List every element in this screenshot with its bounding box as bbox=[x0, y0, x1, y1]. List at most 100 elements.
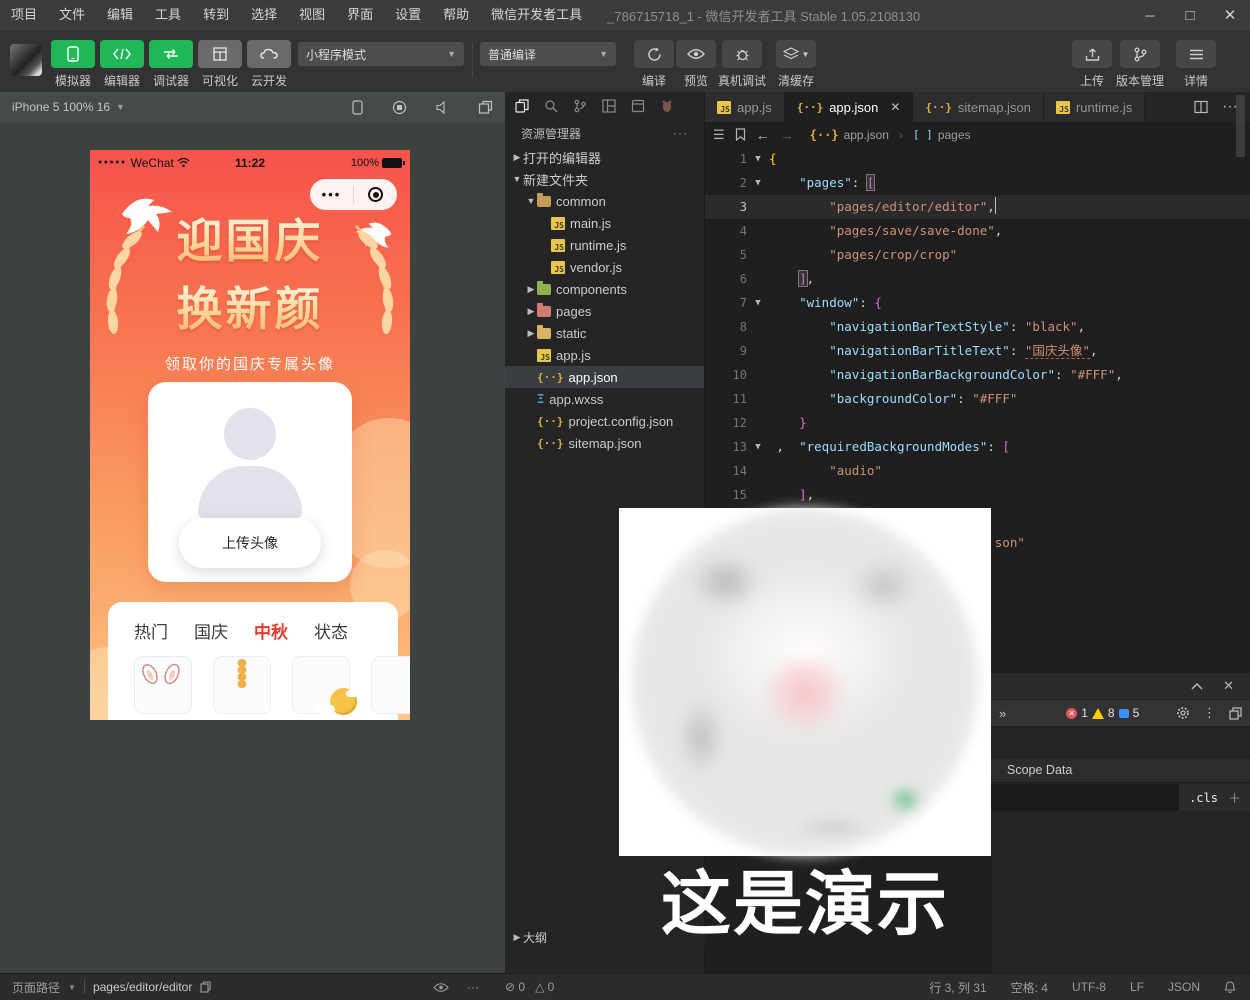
menu-item-文件[interactable]: 文件 bbox=[48, 7, 96, 22]
menu-item-工具[interactable]: 工具 bbox=[144, 7, 192, 22]
breadcrumb-node[interactable]: pages bbox=[938, 128, 971, 142]
problems-status[interactable]: ⊘ 0 △ 0 bbox=[493, 980, 693, 994]
mode-select[interactable]: 小程序模式▼ bbox=[298, 42, 464, 66]
kebab-menu-icon[interactable]: ⋮ bbox=[1203, 705, 1216, 721]
nav-back-icon[interactable]: ← bbox=[756, 127, 770, 143]
editor-scrollbar[interactable] bbox=[1236, 95, 1245, 157]
sticker-tab-中秋[interactable]: 中秋 bbox=[254, 618, 288, 643]
menu-item-转到[interactable]: 转到 bbox=[192, 7, 240, 22]
error-count[interactable]: 1 bbox=[1081, 706, 1088, 720]
fold-icon[interactable]: ▼ bbox=[747, 171, 769, 195]
mock-icon[interactable] bbox=[660, 99, 674, 113]
language-mode[interactable]: JSON bbox=[1168, 980, 1200, 994]
editor-tab-sitemap.json[interactable]: {··}sitemap.json bbox=[913, 92, 1043, 122]
toolbar-action-详情[interactable]: 详情 bbox=[1166, 40, 1226, 89]
undock-icon[interactable] bbox=[1229, 707, 1242, 720]
toolbar-toggle-云开发[interactable]: 云开发 bbox=[246, 40, 292, 89]
indent-setting[interactable]: 空格: 4 bbox=[1011, 979, 1048, 996]
code-line-4[interactable]: 4 "pages/save/save-done", bbox=[705, 219, 1250, 243]
settings-gear-icon[interactable] bbox=[1176, 706, 1190, 720]
more-menu-icon[interactable]: ••• bbox=[310, 187, 353, 202]
menu-item-项目[interactable]: 项目 bbox=[0, 7, 48, 22]
split-editor-icon[interactable] bbox=[1194, 100, 1208, 114]
code-line-6[interactable]: 6 ], bbox=[705, 267, 1250, 291]
sticker-thumb-candied-haws[interactable] bbox=[213, 656, 271, 714]
tree-item-app.js[interactable]: JSapp.js bbox=[505, 344, 704, 366]
code-line-9[interactable]: 9 "navigationBarTitleText": "国庆头像", bbox=[705, 339, 1250, 363]
root-folder-section[interactable]: ▼新建文件夹 bbox=[505, 168, 704, 190]
toolbar-action-版本管理[interactable]: 版本管理 bbox=[1110, 40, 1170, 89]
sticker-tab-状态[interactable]: 状态 bbox=[314, 618, 348, 643]
code-line-1[interactable]: 1▼{ bbox=[705, 147, 1250, 171]
fold-icon[interactable]: ▼ bbox=[747, 291, 769, 315]
encoding[interactable]: UTF-8 bbox=[1072, 980, 1106, 994]
code-line-3[interactable]: 3 "pages/editor/editor", bbox=[705, 195, 1250, 219]
close-tab-icon[interactable]: ✕ bbox=[890, 100, 900, 114]
plugin-icon[interactable] bbox=[631, 99, 645, 113]
search-icon[interactable] bbox=[544, 99, 558, 113]
scope-data-section[interactable]: Scope Data bbox=[991, 757, 1250, 783]
menu-item-界面[interactable]: 界面 bbox=[336, 7, 384, 22]
layout-icon[interactable] bbox=[602, 99, 616, 113]
tree-item-common[interactable]: ▼common bbox=[505, 190, 704, 212]
tree-item-vendor.js[interactable]: JSvendor.js bbox=[505, 256, 704, 278]
sticker-tab-热门[interactable]: 热门 bbox=[134, 618, 168, 643]
code-line-8[interactable]: 8 "navigationBarTextStyle": "black", bbox=[705, 315, 1250, 339]
compile-select[interactable]: 普通编译▼ bbox=[480, 42, 616, 66]
copy-path-icon[interactable] bbox=[200, 981, 211, 993]
menu-item-编辑[interactable]: 编辑 bbox=[96, 7, 144, 22]
minimize-button[interactable]: ─ bbox=[1130, 0, 1170, 30]
page-path-value[interactable]: pages/editor/editor bbox=[93, 980, 192, 994]
style-filter-input[interactable] bbox=[991, 784, 1179, 811]
cursor-position[interactable]: 行 3, 列 31 bbox=[929, 979, 986, 996]
device-selector[interactable]: iPhone 5 100% 16 bbox=[12, 100, 110, 114]
toolbar-toggle-模拟器[interactable]: 模拟器 bbox=[50, 40, 96, 89]
user-avatar[interactable] bbox=[10, 44, 42, 76]
watch-icon[interactable] bbox=[433, 982, 449, 993]
tree-item-main.js[interactable]: JSmain.js bbox=[505, 212, 704, 234]
panel-close-icon[interactable]: ✕ bbox=[1223, 678, 1234, 694]
toolbar-action-真机调试[interactable]: 真机调试 bbox=[716, 40, 768, 89]
tree-item-static[interactable]: ▶static bbox=[505, 322, 704, 344]
sound-icon[interactable] bbox=[435, 100, 450, 115]
explorer-more-icon[interactable]: ··· bbox=[673, 126, 688, 140]
sticker-tab-国庆[interactable]: 国庆 bbox=[194, 618, 228, 643]
cls-label[interactable]: .cls bbox=[1179, 791, 1228, 805]
record-icon[interactable] bbox=[392, 100, 407, 115]
tree-item-runtime.js[interactable]: JSruntime.js bbox=[505, 234, 704, 256]
toolbar-action-清缓存[interactable]: ▼清缓存 bbox=[770, 40, 822, 89]
eol-setting[interactable]: LF bbox=[1130, 980, 1144, 994]
menu-item-微信开发者工具[interactable]: 微信开发者工具 bbox=[480, 7, 593, 22]
upload-avatar-button[interactable]: 上传头像 bbox=[179, 518, 321, 568]
tree-item-app.json[interactable]: {··}app.json bbox=[505, 366, 704, 388]
code-line-7[interactable]: 7▼ "window": { bbox=[705, 291, 1250, 315]
outline-list-icon[interactable]: ☰ bbox=[713, 127, 725, 143]
bookmark-icon[interactable] bbox=[735, 128, 746, 141]
tree-item-components[interactable]: ▶components bbox=[505, 278, 704, 300]
menu-item-帮助[interactable]: 帮助 bbox=[432, 7, 480, 22]
add-class-icon[interactable]: ＋ bbox=[1228, 788, 1250, 807]
close-button[interactable]: ✕ bbox=[1210, 0, 1250, 30]
code-line-2[interactable]: 2▼ "pages": [ bbox=[705, 171, 1250, 195]
fold-icon[interactable]: ▼ bbox=[747, 147, 769, 171]
console-expand-icon[interactable]: » bbox=[999, 706, 1004, 721]
toolbar-toggle-调试器[interactable]: 调试器 bbox=[148, 40, 194, 89]
editor-tab-app.js[interactable]: JSapp.js bbox=[705, 92, 785, 122]
path-more-icon[interactable]: ··· bbox=[467, 980, 479, 994]
sticker-thumb-bunny-ears[interactable] bbox=[134, 656, 192, 714]
sticker-thumb-partial[interactable] bbox=[371, 656, 410, 714]
rotate-device-icon[interactable] bbox=[351, 100, 364, 115]
code-line-14[interactable]: 14 "audio" bbox=[705, 459, 1250, 483]
code-line-15[interactable]: 15 ], bbox=[705, 483, 1250, 507]
info-count[interactable]: 5 bbox=[1133, 706, 1140, 720]
files-icon[interactable] bbox=[515, 99, 529, 113]
menu-item-视图[interactable]: 视图 bbox=[288, 7, 336, 22]
menu-item-设置[interactable]: 设置 bbox=[384, 7, 432, 22]
capsule-menu[interactable]: ••• bbox=[310, 179, 397, 210]
code-line-5[interactable]: 5 "pages/crop/crop" bbox=[705, 243, 1250, 267]
sticker-thumb-golden-moon[interactable] bbox=[292, 656, 350, 714]
open-editors-section[interactable]: ▶打开的编辑器 bbox=[505, 146, 704, 168]
tree-item-app.wxss[interactable]: Ξapp.wxss bbox=[505, 388, 704, 410]
editor-tab-app.json[interactable]: {··}app.json✕ bbox=[785, 92, 914, 122]
code-line-12[interactable]: 12 } bbox=[705, 411, 1250, 435]
